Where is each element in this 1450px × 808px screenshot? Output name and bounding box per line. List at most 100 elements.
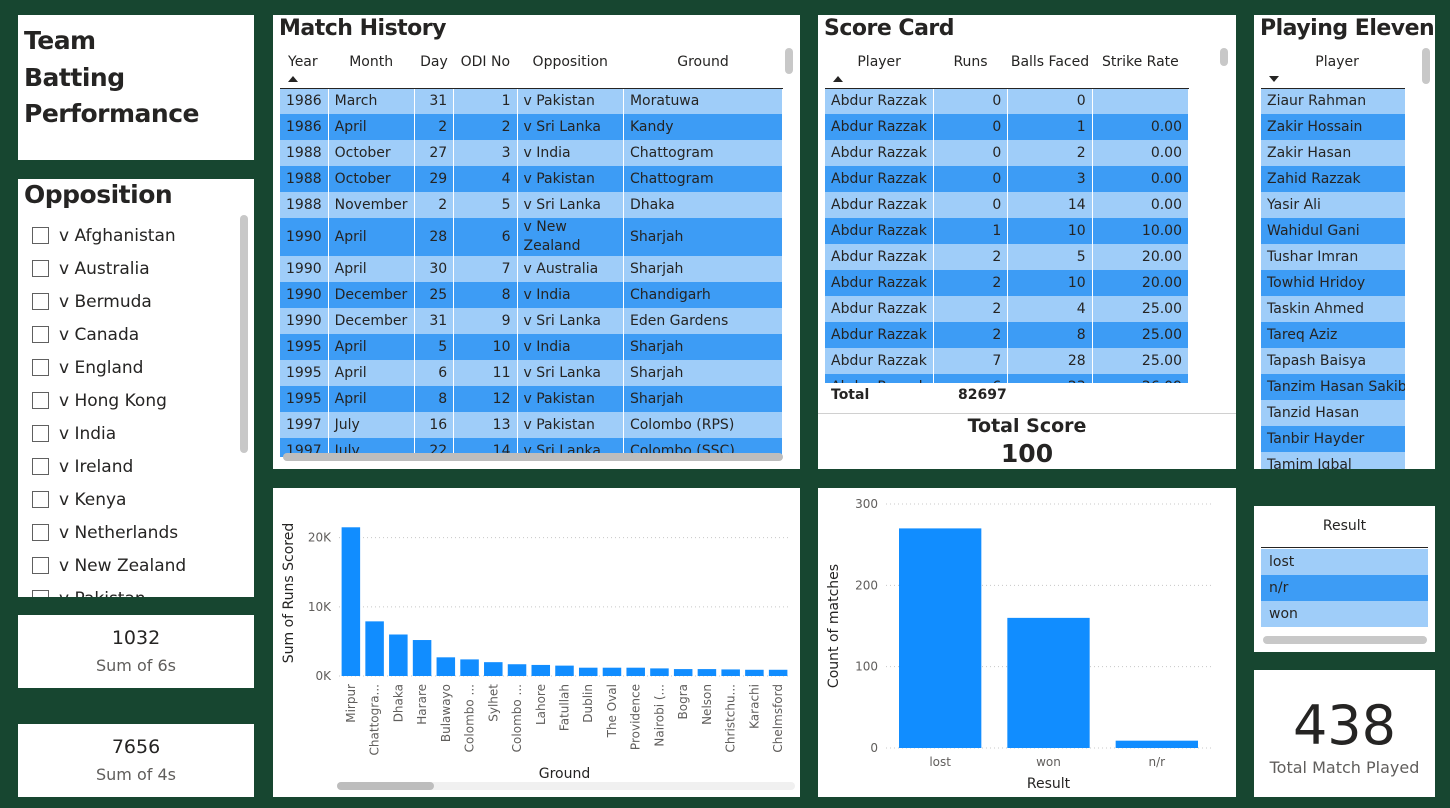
result-option[interactable]: won <box>1261 601 1428 627</box>
table-row[interactable]: Tamim Iqbal <box>1261 452 1405 469</box>
checkbox-icon[interactable] <box>32 227 49 244</box>
bar[interactable] <box>389 634 408 677</box>
checkbox-icon[interactable] <box>32 458 49 475</box>
bar[interactable] <box>341 527 361 676</box>
checkbox-icon[interactable] <box>32 359 49 376</box>
table-row[interactable]: Tareq Aziz <box>1261 322 1405 348</box>
column-header[interactable]: Opposition <box>517 46 624 89</box>
opposition-option[interactable]: v Netherlands <box>32 516 247 549</box>
table-row[interactable]: Yasir Ali <box>1261 192 1405 218</box>
bar[interactable] <box>460 659 479 676</box>
table-row[interactable]: Abdur Razzak 0 3 0.00 <box>825 166 1189 192</box>
table-row[interactable]: Zakir Hasan <box>1261 140 1405 166</box>
table-row[interactable]: Wahidul Gani <box>1261 218 1405 244</box>
opposition-scrollbar[interactable] <box>240 215 248 453</box>
checkbox-icon[interactable] <box>32 557 49 574</box>
opposition-option[interactable]: v India <box>32 417 247 450</box>
table-row[interactable]: Ziaur Rahman <box>1261 88 1405 114</box>
table-row[interactable]: 1997 July 16 13 v Pakistan Colombo (RPS) <box>280 412 783 438</box>
bar[interactable] <box>531 664 551 676</box>
checkbox-icon[interactable] <box>32 491 49 508</box>
column-header[interactable]: Balls Faced <box>1007 46 1093 89</box>
table-row[interactable]: Tushar Imran <box>1261 244 1405 270</box>
bar[interactable] <box>697 669 717 676</box>
bar[interactable] <box>412 640 432 676</box>
result-option[interactable]: lost <box>1261 549 1428 575</box>
opposition-option[interactable]: v Hong Kong <box>32 384 247 417</box>
table-row[interactable]: Abdur Razzak 1 10 10.00 <box>825 218 1189 244</box>
bar[interactable] <box>721 669 740 676</box>
table-row[interactable]: Tapash Baisya <box>1261 348 1405 374</box>
table-row[interactable]: 1990 December 25 8 v India Chandigarh <box>280 282 783 308</box>
table-row[interactable]: Tanzim Hasan Sakib <box>1261 374 1405 400</box>
table-row[interactable]: 1988 October 29 4 v Pakistan Chattogram <box>280 166 783 192</box>
column-header[interactable]: Ground <box>623 46 783 89</box>
bar[interactable] <box>507 664 527 676</box>
table-row[interactable]: 1995 April 5 10 v India Sharjah <box>280 334 783 360</box>
checkbox-icon[interactable] <box>32 392 49 409</box>
bar[interactable] <box>578 667 598 676</box>
bar[interactable] <box>365 621 384 676</box>
checkbox-icon[interactable] <box>32 293 49 310</box>
table-row[interactable]: Abdur Razzak 2 8 25.00 <box>825 322 1189 348</box>
bar[interactable] <box>626 667 645 676</box>
opposition-option[interactable]: v New Zealand <box>32 549 247 582</box>
opposition-option[interactable]: v Pakistan <box>32 582 247 597</box>
match-history-vscroll[interactable] <box>785 48 793 74</box>
checkbox-icon[interactable] <box>32 590 49 597</box>
bar[interactable] <box>555 665 574 676</box>
table-row[interactable]: Abdur Razzak 2 4 25.00 <box>825 296 1189 322</box>
column-header[interactable]: Runs <box>933 46 1008 89</box>
column-header[interactable]: Day <box>414 46 454 89</box>
table-row[interactable]: 1990 April 30 7 v Australia Sharjah <box>280 256 783 282</box>
column-header[interactable]: Player <box>825 46 934 89</box>
table-row[interactable]: 1990 December 31 9 v Sri Lanka Eden Gardens <box>280 308 783 334</box>
table-row[interactable]: 1986 March 31 1 v Pakistan Moratuwa <box>280 88 783 114</box>
bar[interactable] <box>1115 740 1198 748</box>
opposition-option[interactable]: v Ireland <box>32 450 247 483</box>
bar[interactable] <box>1007 617 1090 748</box>
table-row[interactable]: Tanzid Hasan <box>1261 400 1405 426</box>
table-row[interactable]: Taskin Ahmed <box>1261 296 1405 322</box>
match-history-hscroll[interactable] <box>283 453 783 461</box>
opposition-option[interactable]: v Afghanistan <box>32 219 247 252</box>
column-header[interactable]: ODI No <box>453 46 517 89</box>
bar[interactable] <box>650 668 669 676</box>
table-row[interactable]: 1986 April 2 2 v Sri Lanka Kandy <box>280 114 783 140</box>
playing-eleven-vscroll[interactable] <box>1422 48 1430 84</box>
table-row[interactable]: 1995 April 6 11 v Sri Lanka Sharjah <box>280 360 783 386</box>
opposition-option[interactable]: v Canada <box>32 318 247 351</box>
table-row[interactable]: Abdur Razzak 7 28 25.00 <box>825 348 1189 374</box>
result-option[interactable]: n/r <box>1261 575 1428 601</box>
table-row[interactable]: Towhid Hridoy <box>1261 270 1405 296</box>
bar[interactable] <box>673 669 693 676</box>
opposition-option[interactable]: v Kenya <box>32 483 247 516</box>
checkbox-icon[interactable] <box>32 260 49 277</box>
opposition-option[interactable]: v Bermuda <box>32 285 247 318</box>
bar[interactable] <box>745 669 764 676</box>
result-slicer-hscroll[interactable] <box>1263 636 1427 644</box>
column-header[interactable]: Year <box>280 46 329 89</box>
table-row[interactable]: Zahid Razzak <box>1261 166 1405 192</box>
bar[interactable] <box>899 528 982 748</box>
table-row[interactable]: Abdur Razzak 0 14 0.00 <box>825 192 1189 218</box>
opposition-option[interactable]: v England <box>32 351 247 384</box>
column-header[interactable]: Strike Rate <box>1092 46 1189 89</box>
table-row[interactable]: Zakir Hossain <box>1261 114 1405 140</box>
score-card-vscroll[interactable] <box>1220 48 1228 66</box>
bar[interactable] <box>602 667 622 676</box>
table-row[interactable]: Abdur Razzak 2 5 20.00 <box>825 244 1189 270</box>
table-row[interactable]: Abdur Razzak 0 2 0.00 <box>825 140 1189 166</box>
table-row[interactable]: 1990 April 28 6 v New Zealand Sharjah <box>280 218 783 256</box>
ground-chart-hscroll-thumb[interactable] <box>337 782 434 790</box>
table-row[interactable]: Abdur Razzak 2 10 20.00 <box>825 270 1189 296</box>
column-header[interactable]: Player <box>1261 46 1405 89</box>
checkbox-icon[interactable] <box>32 326 49 343</box>
table-row[interactable]: Abdur Razzak 0 1 0.00 <box>825 114 1189 140</box>
table-row[interactable]: 1988 November 2 5 v Sri Lanka Dhaka <box>280 192 783 218</box>
table-row[interactable]: 1988 October 27 3 v India Chattogram <box>280 140 783 166</box>
column-header[interactable]: Month <box>328 46 415 89</box>
bar[interactable] <box>484 662 503 676</box>
table-row[interactable]: Tanbir Hayder <box>1261 426 1405 452</box>
bar[interactable] <box>768 669 788 676</box>
